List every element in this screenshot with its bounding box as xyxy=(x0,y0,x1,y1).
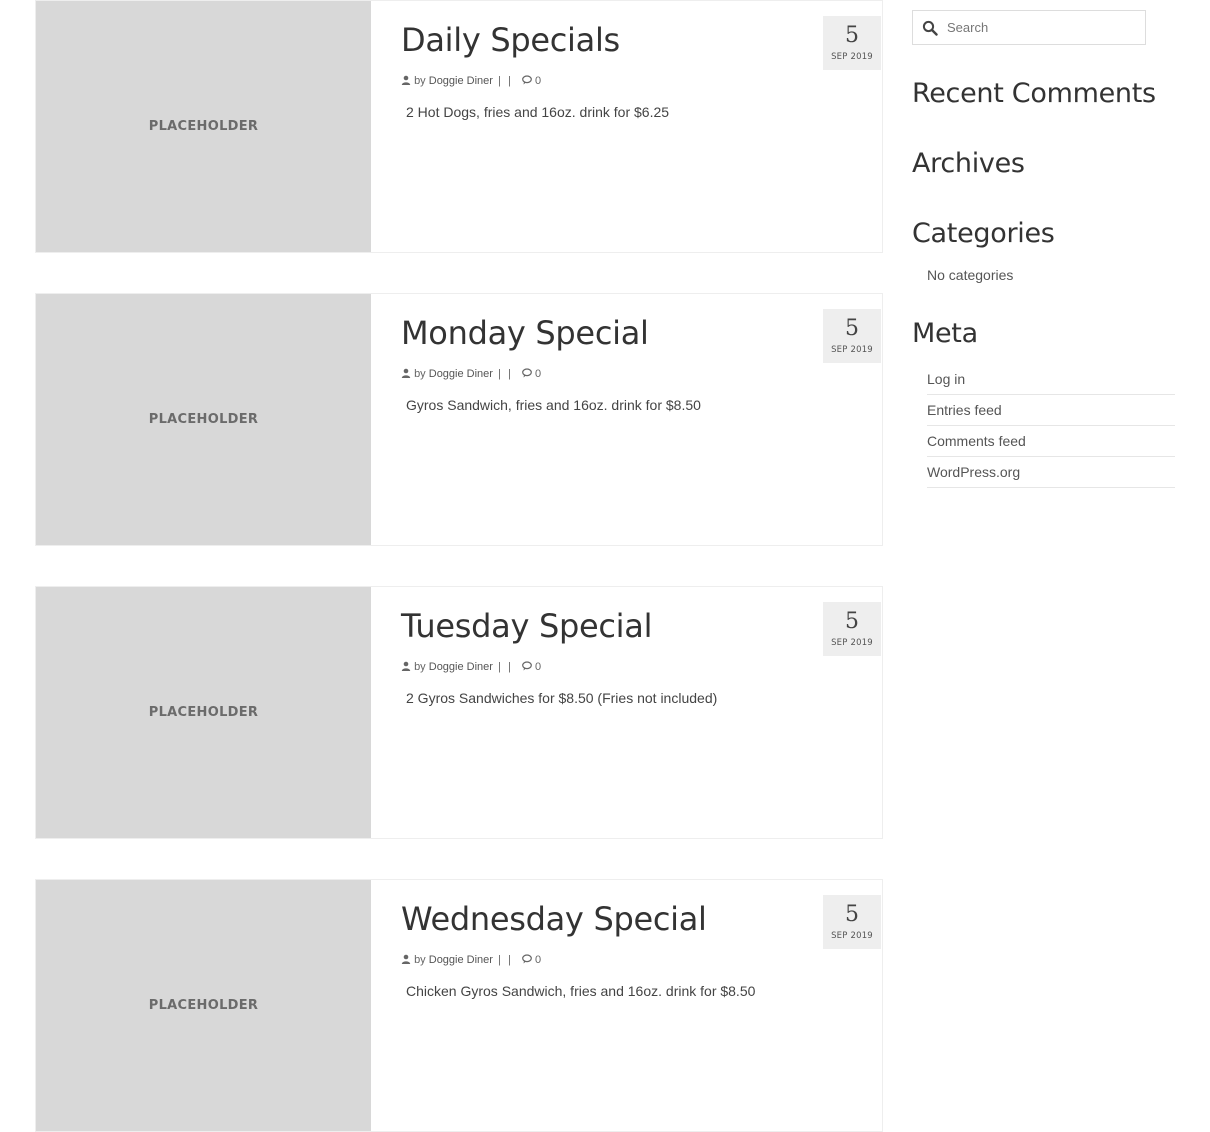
search-form xyxy=(912,10,1146,45)
post-card: PLACEHOLDER Monday Special by Doggie Din… xyxy=(35,293,883,546)
post-date-day: 5 xyxy=(845,316,859,341)
post-date-month: SEP 2019 xyxy=(831,345,873,355)
post-thumbnail[interactable]: PLACEHOLDER xyxy=(36,587,371,838)
meta-separator: | xyxy=(498,954,501,966)
comments-feed-link[interactable]: Comments feed xyxy=(927,433,1026,449)
meta-separator: | xyxy=(498,368,501,380)
comment-icon xyxy=(522,954,532,964)
post-card: PLACEHOLDER Tuesday Special by Doggie Di… xyxy=(35,586,883,839)
post-content: Daily Specials by Doggie Diner | | 0 2 H… xyxy=(401,1,882,252)
user-icon xyxy=(401,75,411,85)
post-title[interactable]: Daily Specials xyxy=(401,21,620,59)
search-input[interactable] xyxy=(947,11,1137,44)
comments-count-link[interactable]: 0 xyxy=(535,368,541,380)
thumbnail-placeholder-text: PLACEHOLDER xyxy=(148,412,259,427)
author-link[interactable]: Doggie Diner xyxy=(429,75,493,87)
comment-icon xyxy=(522,75,532,85)
comment-icon xyxy=(522,368,532,378)
post-meta: by Doggie Diner | | 0 xyxy=(401,954,541,966)
author-link[interactable]: Doggie Diner xyxy=(429,368,493,380)
meta-separator: | xyxy=(498,661,501,673)
post-thumbnail[interactable]: PLACEHOLDER xyxy=(36,294,371,545)
post-date-badge: 5 SEP 2019 xyxy=(823,602,881,656)
meta-separator: | xyxy=(498,75,501,87)
search-icon[interactable] xyxy=(922,20,938,36)
author-link[interactable]: Doggie Diner xyxy=(429,954,493,966)
user-icon xyxy=(401,954,411,964)
user-icon xyxy=(401,368,411,378)
post-date-badge: 5 SEP 2019 xyxy=(823,309,881,363)
recent-comments-title: Recent Comments xyxy=(912,78,1156,109)
post-date-day: 5 xyxy=(845,902,859,927)
by-label: by xyxy=(414,368,426,380)
categories-title: Categories xyxy=(912,218,1055,249)
thumbnail-placeholder-text: PLACEHOLDER xyxy=(148,998,259,1013)
comments-count-link[interactable]: 0 xyxy=(535,954,541,966)
comment-icon xyxy=(522,661,532,671)
by-label: by xyxy=(414,75,426,87)
entries-feed-link[interactable]: Entries feed xyxy=(927,402,1002,418)
post-date-month: SEP 2019 xyxy=(831,52,873,62)
post-thumbnail[interactable]: PLACEHOLDER xyxy=(36,1,371,252)
user-icon xyxy=(401,661,411,671)
post-date-month: SEP 2019 xyxy=(831,638,873,648)
post-content: Monday Special by Doggie Diner | | 0 Gyr… xyxy=(401,294,882,545)
list-item: Entries feed xyxy=(927,395,1175,426)
post-excerpt: Gyros Sandwich, fries and 16oz. drink fo… xyxy=(406,397,701,413)
no-categories-text: No categories xyxy=(927,267,1014,283)
archives-title: Archives xyxy=(912,148,1025,179)
post-content: Wednesday Special by Doggie Diner | | 0 … xyxy=(401,880,882,1131)
comments-count-link[interactable]: 0 xyxy=(535,661,541,673)
post-title[interactable]: Monday Special xyxy=(401,314,649,352)
post-excerpt: 2 Hot Dogs, fries and 16oz. drink for $6… xyxy=(406,104,670,120)
list-item: WordPress.org xyxy=(927,457,1175,488)
post-meta: by Doggie Diner | | 0 xyxy=(401,368,541,380)
post-meta: by Doggie Diner | | 0 xyxy=(401,661,541,673)
post-meta: by Doggie Diner | | 0 xyxy=(401,75,541,87)
thumbnail-placeholder-text: PLACEHOLDER xyxy=(148,119,259,134)
thumbnail-placeholder-text: PLACEHOLDER xyxy=(148,705,259,720)
by-label: by xyxy=(414,954,426,966)
post-date-badge: 5 SEP 2019 xyxy=(823,895,881,949)
list-item: Comments feed xyxy=(927,426,1175,457)
meta-separator: | xyxy=(507,954,511,966)
post-date-month: SEP 2019 xyxy=(831,931,873,941)
post-date-badge: 5 SEP 2019 xyxy=(823,16,881,70)
post-card: PLACEHOLDER Wednesday Special by Doggie … xyxy=(35,879,883,1132)
meta-separator: | xyxy=(507,661,511,673)
meta-title: Meta xyxy=(912,318,978,349)
post-content: Tuesday Special by Doggie Diner | | 0 2 … xyxy=(401,587,882,838)
post-title[interactable]: Tuesday Special xyxy=(401,607,652,645)
author-link[interactable]: Doggie Diner xyxy=(429,661,493,673)
post-thumbnail[interactable]: PLACEHOLDER xyxy=(36,880,371,1131)
post-card: PLACEHOLDER Daily Specials by Doggie Din… xyxy=(35,0,883,253)
post-excerpt: 2 Gyros Sandwiches for $8.50 (Fries not … xyxy=(406,690,718,706)
log-in-link[interactable]: Log in xyxy=(927,371,965,387)
comments-count-link[interactable]: 0 xyxy=(535,75,541,87)
post-title[interactable]: Wednesday Special xyxy=(401,900,707,938)
meta-links-list: Log in Entries feed Comments feed WordPr… xyxy=(927,364,1175,488)
post-excerpt: Chicken Gyros Sandwich, fries and 16oz. … xyxy=(406,983,756,999)
by-label: by xyxy=(414,661,426,673)
meta-separator: | xyxy=(507,75,511,87)
wordpress-org-link[interactable]: WordPress.org xyxy=(927,464,1020,480)
meta-separator: | xyxy=(507,368,511,380)
post-date-day: 5 xyxy=(845,609,859,634)
post-date-day: 5 xyxy=(845,23,859,48)
list-item: Log in xyxy=(927,364,1175,395)
